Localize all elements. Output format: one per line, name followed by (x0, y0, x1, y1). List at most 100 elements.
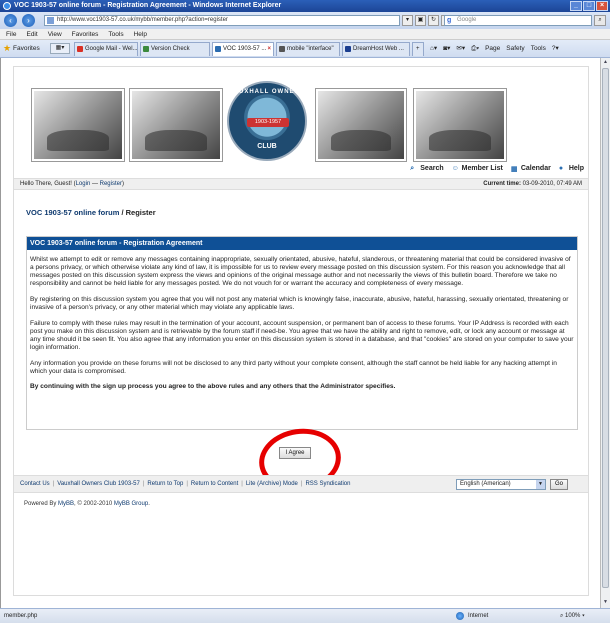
minimize-icon[interactable]: _ (570, 1, 582, 11)
dropdown-arrow-icon[interactable]: ▾ (402, 15, 413, 26)
menu-favorites[interactable]: Favorites (72, 29, 99, 39)
tab-close-icon[interactable]: × (267, 43, 271, 56)
security-zone: Internet (456, 609, 488, 623)
vertical-scrollbar[interactable]: ▲ ▼ (600, 58, 610, 608)
tab-dreamhost[interactable]: DreamHost Web ... (342, 42, 410, 56)
zoom-icon: ⌕ (560, 613, 564, 619)
forward-arrow-icon[interactable]: › (22, 14, 35, 27)
language-go-button[interactable]: Go (550, 479, 568, 490)
help-link[interactable]: ● Help (559, 165, 584, 172)
tab-page-icon (215, 46, 221, 52)
footer-return-content[interactable]: Return to Content (191, 481, 238, 487)
menu-view[interactable]: View (48, 29, 62, 39)
greeting-text: Hello There, Guest! ( (20, 181, 76, 187)
status-bar: member.php Internet ⌕ 100% ▾ (0, 608, 610, 623)
register-link[interactable]: Register (100, 181, 122, 187)
address-input[interactable]: http://www.voc1903-57.co.uk/mybb/member.… (44, 15, 400, 26)
back-arrow-icon[interactable]: ‹ (4, 14, 17, 27)
login-link[interactable]: Login (76, 181, 91, 187)
emblem-bottom-text: CLUB (257, 143, 277, 150)
language-value: English (American) (460, 481, 511, 487)
home-icon[interactable]: ⌂▾ (430, 44, 437, 54)
agreement-paragraph-3: Failure to comply with these rules may r… (30, 320, 574, 351)
breadcrumb: VOC 1903-57 online forum / Register (26, 208, 156, 217)
banner-photo-3 (316, 89, 406, 161)
footer-contact-us[interactable]: Contact Us (20, 481, 50, 487)
forum-footer: Contact Us | Vauxhall Owners Club 1903-57… (14, 475, 588, 493)
browser-viewport: VAUXHALL OWNERS 1903-1957 CLUB ⌕ Search … (0, 58, 600, 608)
footer-links: Contact Us | Vauxhall Owners Club 1903-57… (20, 481, 351, 487)
footer-lite-mode[interactable]: Lite (Archive) Mode (246, 481, 298, 487)
agreement-paragraph-4: Any information you provide on these for… (30, 360, 557, 375)
help-icon[interactable]: ?▾ (552, 44, 559, 54)
mail-icon[interactable]: ✉▾ (456, 44, 465, 54)
tab-voc-forum[interactable]: VOC 1903-57 ... × (212, 42, 274, 56)
maximize-icon[interactable]: □ (583, 1, 595, 11)
banner-photo-1 (32, 89, 124, 161)
footer-club-link[interactable]: Vauxhall Owners Club 1903-57 (57, 481, 140, 487)
new-tab-icon[interactable]: + (412, 42, 424, 56)
status-text: member.php (4, 613, 38, 619)
banner-photo-4 (414, 89, 506, 161)
calendar-label: Calendar (520, 165, 551, 172)
menu-file[interactable]: File (6, 29, 16, 39)
tab-mobile-interface[interactable]: mobile "interface" (276, 42, 340, 56)
scroll-thumb[interactable] (602, 68, 609, 588)
member-list-label: Member List (461, 165, 503, 172)
club-emblem-logo: VAUXHALL OWNERS 1903-1957 CLUB (227, 81, 307, 161)
language-select[interactable]: English (American) ▼ (456, 479, 546, 490)
forum-page: VAUXHALL OWNERS 1903-1957 CLUB ⌕ Search … (13, 66, 589, 596)
breadcrumb-forum-link[interactable]: VOC 1903-57 online forum (26, 208, 119, 217)
tab-google-mail[interactable]: Google Mail - Wel... (74, 42, 138, 56)
mybb-group-link[interactable]: MyBB Group (114, 501, 148, 507)
menu-help[interactable]: Help (134, 29, 147, 39)
agreement-paragraph-2: By registering on this discussion system… (30, 296, 569, 311)
cmd-page[interactable]: Page (485, 44, 500, 54)
menu-bar: File Edit View Favorites Tools Help (0, 29, 610, 40)
calendar-icon: ▦ (510, 166, 518, 173)
page-icon (47, 17, 54, 24)
refresh-icon[interactable]: ↻ (428, 15, 439, 26)
chevron-down-icon: ▼ (536, 480, 545, 489)
compat-view-icon[interactable]: ▣ (415, 15, 426, 26)
menu-tools[interactable]: Tools (108, 29, 123, 39)
search-link[interactable]: ⌕ Search (410, 165, 443, 172)
tab-page-icon (143, 46, 149, 52)
tab-row: ★ Favorites ▦▾ Google Mail - Wel... Vers… (0, 40, 610, 58)
zoom-level[interactable]: ⌕ 100% ▾ (560, 609, 585, 623)
favorites-label: Favorites (13, 45, 40, 52)
powered-prefix: Powered By (24, 501, 59, 507)
search-icon[interactable]: ⌕ (594, 15, 606, 26)
favorites-star-icon: ★ (3, 43, 12, 53)
menu-edit[interactable]: Edit (26, 29, 37, 39)
gmail-icon (77, 46, 83, 52)
cmd-safety[interactable]: Safety (506, 44, 524, 54)
footer-rss[interactable]: RSS Syndication (305, 481, 350, 487)
favorites-button[interactable]: ★ Favorites (3, 43, 40, 54)
powered-end: . (148, 501, 150, 507)
help-label: Help (568, 165, 584, 172)
ie-app-icon (3, 2, 11, 10)
current-time-label: Current time: (483, 181, 521, 187)
help-circle-icon: ● (558, 165, 564, 172)
tab-version-check[interactable]: Version Check (140, 42, 210, 56)
quick-tabs-icon[interactable]: ▦▾ (50, 43, 70, 54)
footer-return-top[interactable]: Return to Top (147, 481, 183, 487)
scroll-up-icon[interactable]: ▲ (602, 59, 609, 67)
calendar-link[interactable]: ▦ Calendar (510, 165, 551, 173)
agreement-body: Whilst we attempt to edit or remove any … (27, 250, 577, 391)
tab-label: Google Mail - Wel... (85, 46, 138, 52)
tab-page-icon (345, 46, 351, 52)
member-list-link[interactable]: ☺ Member List (452, 165, 503, 172)
close-icon[interactable]: × (596, 1, 608, 11)
tab-page-icon (279, 46, 285, 52)
cmd-tools[interactable]: Tools (531, 44, 546, 54)
print-icon[interactable]: ⎙▾ (471, 44, 479, 54)
mybb-link[interactable]: MyBB (58, 501, 74, 507)
feeds-icon[interactable]: ◙▾ (443, 44, 450, 54)
search-input[interactable]: g Google (444, 15, 592, 26)
welcome-bar: Hello There, Guest! (Login — Register) C… (14, 178, 588, 190)
powered-suffix: , © 2002-2010 (74, 501, 114, 507)
registration-agreement-panel: VOC 1903-57 online forum - Registration … (26, 236, 578, 430)
scroll-down-icon[interactable]: ▼ (602, 599, 609, 607)
